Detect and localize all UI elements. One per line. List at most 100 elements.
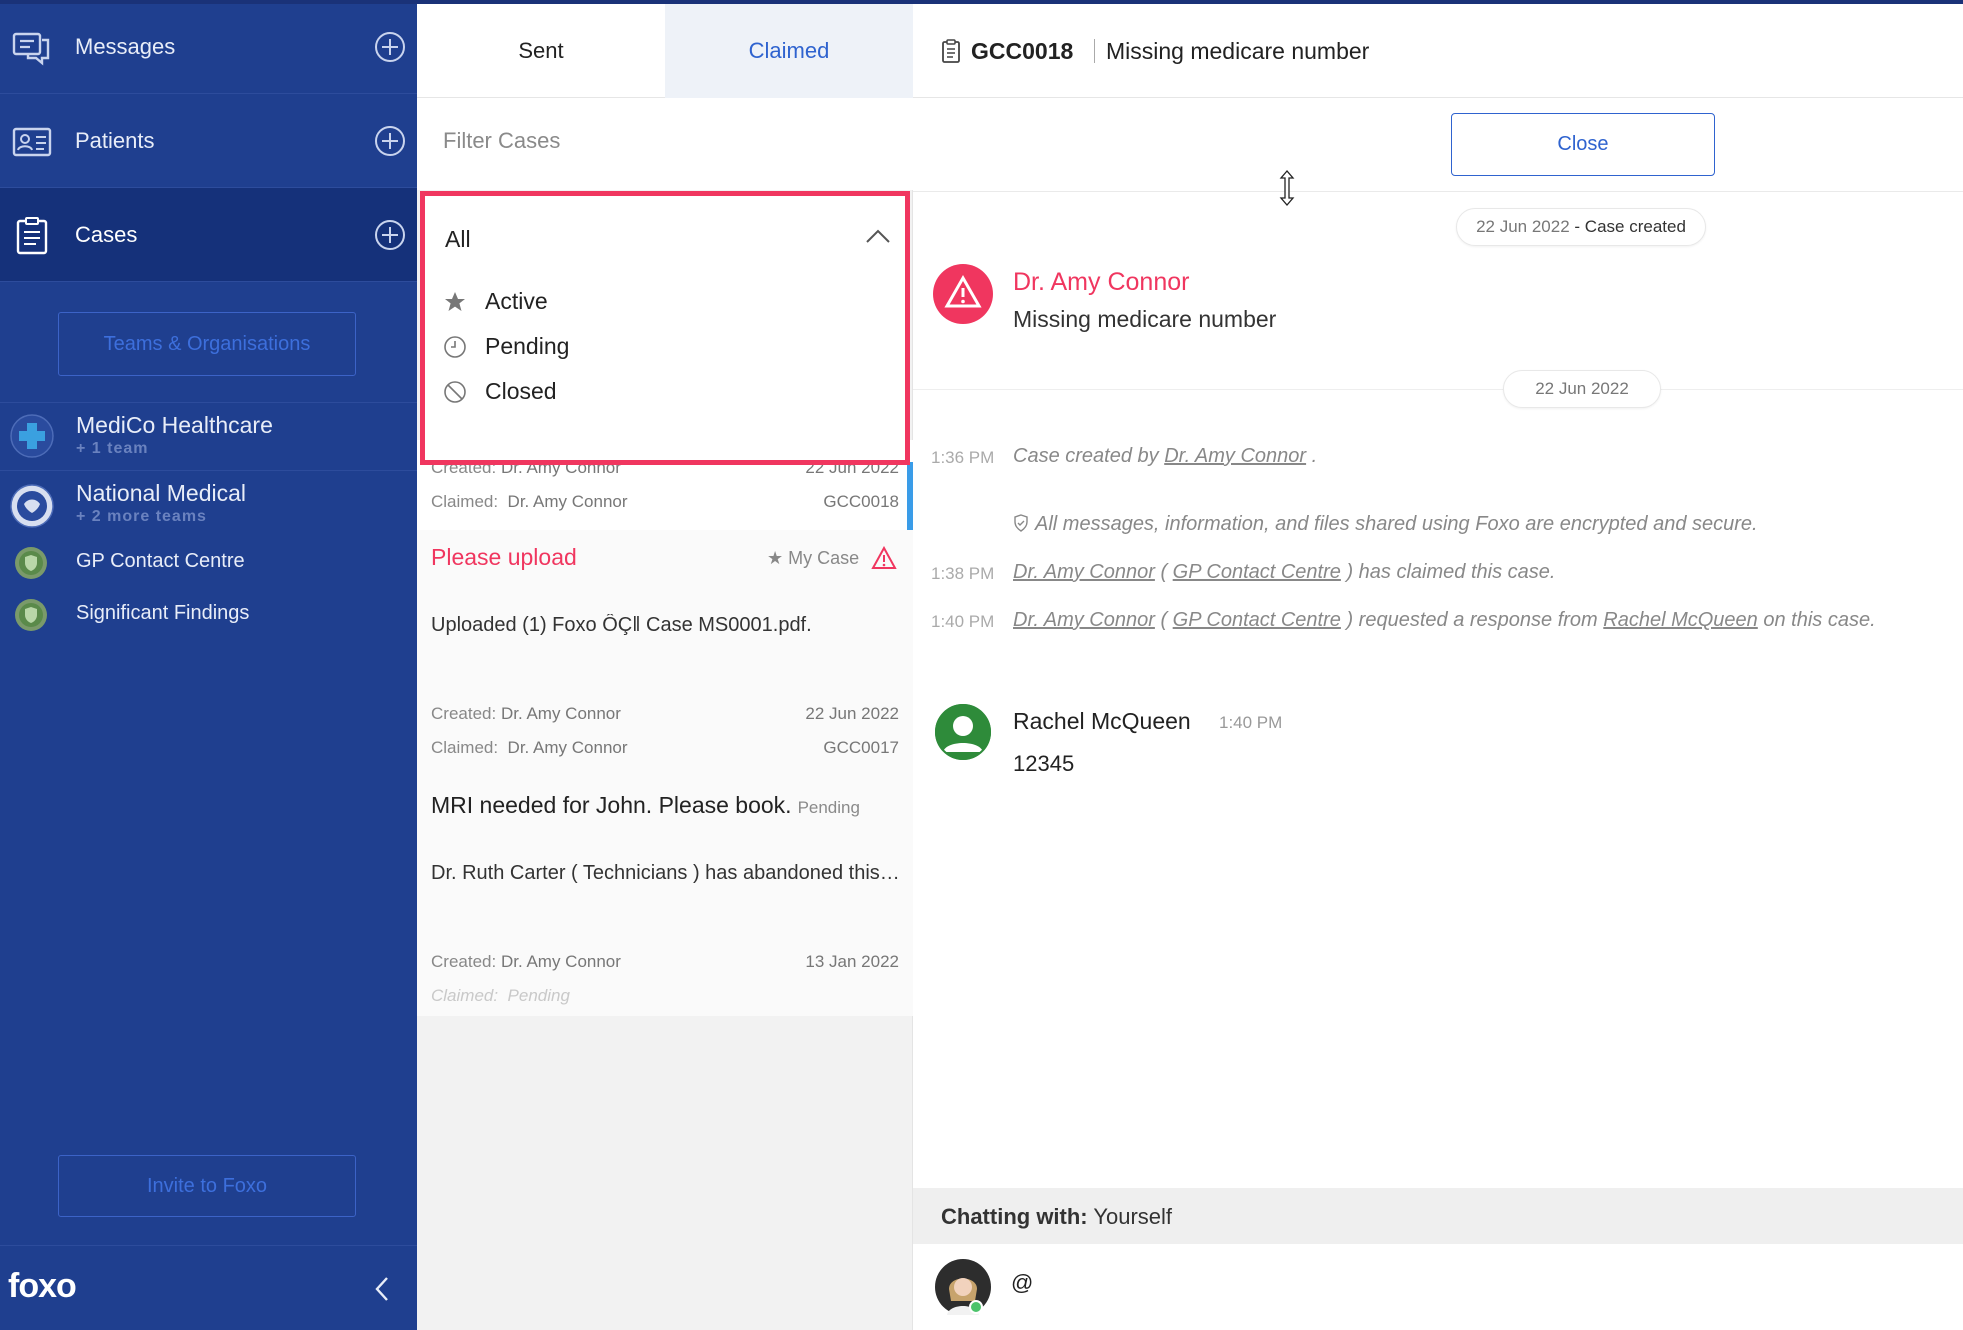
blocked-icon [444,381,466,403]
alert-message: Missing medicare number [1013,306,1277,332]
log-text: ( [1154,561,1173,583]
log-text: ) has claimed this case. [1340,561,1556,583]
national-medical-logo-icon [10,484,54,528]
case-created-pill: 22 Jun 2022 - Case created [1456,208,1706,246]
alert-avatar-icon [933,264,993,324]
sidebar: Messages Patients Cases Teams & Organisa… [0,0,417,1330]
org-sub: + 1 team [76,440,149,457]
alert-author[interactable]: Dr. Amy Connor [1013,268,1189,297]
team-significant-findings[interactable]: Significant Findings [0,594,417,634]
chatting-label: Chatting with: [941,1204,1088,1229]
team-link[interactable]: GP Contact Centre [1173,609,1341,631]
log-time: 1:38 PM [931,564,995,583]
chevron-up-icon[interactable] [865,228,891,244]
collapse-chevron-icon[interactable] [370,1272,394,1306]
nav-cases[interactable]: Cases [0,188,417,282]
pill-text: - Case created [1574,217,1686,236]
my-case-label: My Case [788,548,860,568]
claimed-label: Claimed: [431,738,499,757]
sidebar-divider [0,1245,417,1246]
add-case-icon[interactable] [374,219,406,251]
case-status: Pending [797,798,860,817]
add-patient-icon[interactable] [374,125,406,157]
option-label: Active [485,288,548,314]
status-filter-dropdown[interactable]: All Active Pending Closed [420,191,910,465]
case-title: Missing medicare number [1106,38,1370,64]
log-text: ) requested a response from [1340,609,1604,631]
foxo-logo: foxo [8,1267,77,1305]
filter-cases-input[interactable] [443,128,883,154]
dropdown-option-active[interactable]: Active [443,282,883,322]
nav-cases-label: Cases [75,221,138,247]
log-entry: Dr. Amy Connor ( GP Contact Centre ) has… [1013,561,1555,584]
pill-date: 22 Jun 2022 [1476,217,1570,236]
case-preview: Dr. Ruth Carter ( Technicians ) has aban… [431,862,901,884]
clipboard-icon [942,39,960,63]
message-body: 12345 [1013,751,1075,776]
team-gp-contact-centre[interactable]: GP Contact Centre [0,542,417,582]
case-header: GCC0018 Missing medicare number [913,4,1963,98]
case-card[interactable]: Please upload ★ My Case Uploaded (1) Fox… [417,530,913,776]
header-divider [1094,39,1095,63]
team-shield-icon [15,599,47,631]
nav-messages[interactable]: Messages [0,0,417,94]
tab-claimed[interactable]: Claimed [665,4,913,98]
medico-logo-icon [10,414,54,458]
encryption-notice: All messages, information, and files sha… [1013,513,1758,536]
sidebar-divider [0,470,417,471]
case-title: MRI needed for John. Please book. [431,792,792,818]
case-id: GCC0018 [823,492,899,511]
log-text: Case created by [1013,445,1165,467]
resize-cursor-icon [1279,170,1295,206]
nav-patients[interactable]: Patients [0,94,417,188]
star-icon: ★ [767,548,784,568]
date-pill: 22 Jun 2022 [1503,370,1661,408]
chatting-with-text: Chatting with: Yourself [941,1204,1172,1230]
case-id: GCC0018 [971,38,1074,64]
encryption-text: All messages, information, and files sha… [1035,513,1758,535]
teams-organisations-button[interactable]: Teams & Organisations [58,312,356,376]
created-by: Dr. Amy Connor [500,952,621,971]
claimed-label: Claimed: [431,492,499,511]
case-date: 22 Jun 2022 [805,704,899,723]
message-author: Rachel McQueen [1013,708,1191,734]
case-tabs: Sent Claimed [417,4,913,98]
team-link[interactable]: GP Contact Centre [1173,561,1341,583]
case-detail-panel: GCC0018 Missing medicare number Close 22… [913,0,1963,1330]
tab-sent[interactable]: Sent [417,4,665,98]
top-accent-line [0,0,1963,4]
user-link[interactable]: Rachel McQueen [1603,609,1758,631]
log-text: . [1306,445,1318,467]
team-name: Significant Findings [76,602,250,624]
log-text: on this case. [1757,609,1876,631]
add-message-icon[interactable] [374,31,406,63]
chatting-with-bar: Chatting with: Yourself [913,1188,1963,1244]
created-label: Created: [431,952,497,971]
claimed-meta: Claimed: Dr. Amy Connor [431,738,628,758]
claimed-meta: Claimed: Pending [431,986,570,1006]
dropdown-option-closed[interactable]: Closed [443,372,883,412]
my-case-tag: ★ My Case [767,548,859,569]
dropdown-option-pending[interactable]: Pending [443,327,883,367]
user-link[interactable]: Dr. Amy Connor [1013,609,1155,631]
log-time: 1:40 PM [931,612,995,631]
created-meta: Created: Dr. Amy Connor [431,952,621,972]
case-title: Please upload [431,544,577,570]
dropdown-selected-value[interactable]: All [445,226,471,253]
invite-button[interactable]: Invite to Foxo [58,1155,356,1217]
option-label: Pending [485,333,570,359]
message-compose-input[interactable] [1011,1270,1911,1296]
case-card[interactable]: MRI needed for John. Please book. Pending… [417,776,913,1016]
team-shield-icon [15,547,47,579]
patients-icon [12,127,52,157]
org-national-medical[interactable]: National Medical + 2 more teams [0,476,417,538]
org-medico[interactable]: MediCo Healthcare + 1 team [0,408,417,470]
claimed-by: Pending [507,986,570,1005]
user-link[interactable]: Dr. Amy Connor [1164,445,1306,467]
case-preview: Uploaded (1) Foxo ÔÇ‖ Case MS0001.pdf. [431,614,812,636]
warning-icon [871,546,897,569]
message-time: 1:40 PM [1219,713,1283,732]
created-label: Created: [431,704,497,723]
close-case-button[interactable]: Close [1451,113,1715,176]
user-link[interactable]: Dr. Amy Connor [1013,561,1155,583]
